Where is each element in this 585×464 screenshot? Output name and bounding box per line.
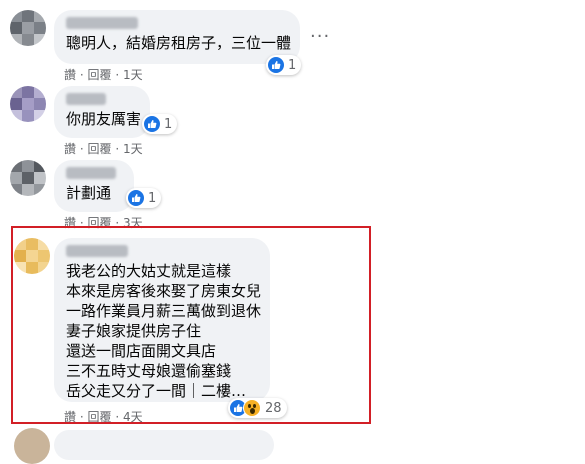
comment-text: 我老公的大姑丈就是這樣 本來是房客後來娶了房東女兒 一路作業員月薪三萬做到退休 …: [66, 261, 262, 401]
like-button[interactable]: 讚: [64, 142, 76, 156]
commenter-name[interactable]: [66, 167, 116, 179]
avatar[interactable]: [10, 10, 46, 46]
reply-button[interactable]: 回覆: [88, 410, 112, 424]
reply-button[interactable]: 回覆: [88, 142, 112, 156]
avatar[interactable]: [14, 428, 50, 464]
comment-line: 岳父走又分了一間｜二樓…: [66, 382, 247, 400]
comment-bubble: 你朋友厲害: [54, 86, 150, 138]
like-reaction-icon: [128, 190, 144, 206]
reaction-summary[interactable]: 1: [142, 114, 178, 134]
avatar[interactable]: [10, 160, 46, 196]
reaction-summary[interactable]: 28: [228, 398, 287, 418]
timestamp[interactable]: 1天: [123, 142, 143, 156]
separator: ·: [79, 410, 84, 424]
comment-bubble: 聰明人，結婚房租房子，三位一體: [54, 10, 300, 64]
avatar[interactable]: [14, 238, 50, 274]
like-reaction-icon: [144, 116, 160, 132]
like-button[interactable]: 讚: [64, 410, 76, 424]
comment-actions: 讚 · 回覆 · 1天: [64, 140, 143, 157]
reaction-summary[interactable]: 1: [126, 188, 162, 208]
avatar[interactable]: [10, 86, 46, 122]
separator: ·: [115, 68, 120, 82]
timestamp[interactable]: 4天: [123, 410, 143, 424]
separator: ·: [115, 142, 120, 156]
comment-bubble: 計劃通: [54, 160, 134, 212]
comment-line: 我老公的大姑丈就是這樣: [66, 262, 232, 280]
comment-actions: 讚 · 回覆 · 1天: [64, 66, 143, 83]
comment-line: 本來是房客後來娶了房東女兒: [66, 282, 262, 300]
separator: ·: [79, 142, 84, 156]
commenter-name[interactable]: [66, 93, 106, 105]
commenter-name[interactable]: [66, 245, 128, 257]
separator: ·: [115, 410, 120, 424]
reaction-summary[interactable]: 1: [266, 55, 302, 75]
reply-button[interactable]: 回覆: [88, 68, 112, 82]
like-button[interactable]: 讚: [64, 68, 76, 82]
commenter-name[interactable]: [66, 17, 138, 29]
comment-line: 三不五時丈母娘還偷塞錢: [66, 362, 232, 380]
reaction-count: 1: [148, 190, 157, 206]
comment-line: 妻子娘家提供房子住: [66, 322, 202, 340]
comment-text: 聰明人，結婚房租房子，三位一體: [66, 34, 292, 52]
wow-reaction-icon: [243, 399, 261, 417]
comment-line: 一路作業員月薪三萬做到退休: [66, 302, 262, 320]
comment-line: 還送一間店面開文具店: [66, 342, 217, 360]
like-reaction-icon: [268, 57, 284, 73]
more-options-icon[interactable]: ···: [310, 26, 330, 47]
timestamp[interactable]: 1天: [123, 68, 143, 82]
reaction-count: 1: [164, 116, 173, 132]
comment-text: 你朋友厲害: [66, 110, 142, 128]
comment-text: 計劃通: [66, 184, 112, 202]
reaction-count: 1: [288, 57, 297, 73]
reaction-count: 28: [265, 400, 282, 416]
separator: ·: [79, 68, 84, 82]
comment-bubble: 我老公的大姑丈就是這樣 本來是房客後來娶了房東女兒 一路作業員月薪三萬做到退休 …: [54, 238, 270, 402]
comment-actions: 讚 · 回覆 · 4天: [64, 408, 143, 425]
